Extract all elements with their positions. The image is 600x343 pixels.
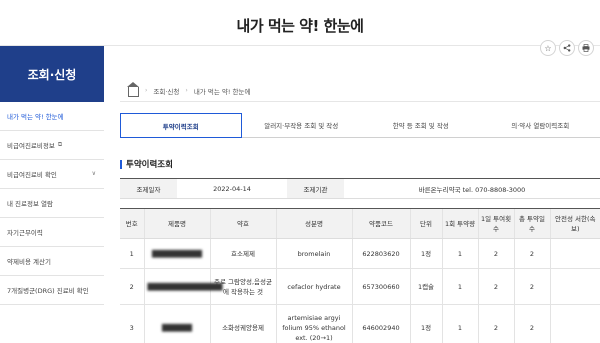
table-cell: 646002940 — [351, 304, 410, 343]
product-name-cell: ██████████ — [143, 238, 210, 269]
table-cell: 1정 — [409, 304, 442, 343]
top-header: 내가 먹는 약! 한눈에 — [0, 0, 600, 46]
breadcrumb-item[interactable]: 내가 먹는 약! 한눈에 — [194, 86, 251, 96]
sidebar-item-drg-cost[interactable]: 7개질병군(DRG) 진료비 확인 — [0, 276, 104, 305]
section-title-text: 투약이력조회 — [126, 160, 173, 170]
section-marker — [120, 159, 122, 169]
table-header-row: 번호 제품명 약효 성분명 약품코드 단위 1회 투약량 1일 투여횟수 총 투… — [120, 208, 600, 239]
sidebar-menu: 내가 먹는 약! 한눈에 비급여진료비정보 ⧉ 비급여진료비 확인 ∨ 내 진료… — [0, 102, 110, 305]
sidebar-item-drug-cost-calculator[interactable]: 약제비용 계산기 — [0, 247, 104, 276]
column-header: 안전성 서한(속보) — [549, 208, 600, 239]
org-label: 조제기관 — [287, 179, 344, 198]
star-icon[interactable]: ☆ — [540, 40, 556, 56]
table-cell: 2 — [477, 268, 514, 305]
external-link-icon: ⧉ — [57, 141, 63, 148]
column-header: 1회 투약량 — [441, 208, 478, 239]
breadcrumb-item[interactable]: 조회·신청 — [153, 86, 179, 96]
sidebar-item-label: 7개질병군(DRG) 진료비 확인 — [7, 287, 89, 295]
toolbar-icons: ☆ — [540, 40, 594, 56]
breadcrumb-separator: › — [145, 87, 148, 94]
column-header: 단위 — [409, 208, 442, 239]
product-name-cell: ██████ — [143, 304, 210, 343]
dispense-info: 조제일자 2022-04-14 조제기관 바른온누리약국 tel. 070-88… — [120, 178, 600, 199]
section-title: 투약이력조회 — [120, 158, 173, 170]
table-cell: 1정 — [409, 238, 442, 269]
share-icon-glyph — [563, 44, 571, 52]
table-cell: 2 — [513, 238, 550, 269]
tab-view-history[interactable]: 의·약사 열람이력조회 — [480, 113, 600, 138]
table-row: 3 ██████ 소화성궤양용제 artemisiae argyi folium… — [120, 304, 600, 343]
sidebar-item-label: 내 진료정보 열람 — [7, 200, 53, 208]
table-cell: 622803620 — [351, 238, 410, 269]
sidebar-title: 조회·신청 — [0, 46, 104, 102]
column-header: 약품코드 — [351, 208, 410, 239]
sidebar-item-label: 비급여진료비 확인 — [7, 171, 57, 179]
table-cell: 소화성궤양용제 — [209, 304, 276, 343]
table-row: 2 ███████████████ 주로 그람양성,음성균에 작용하는 것 ce… — [120, 268, 600, 305]
table-cell — [549, 268, 600, 305]
breadcrumb: › 조회·신청 › 내가 먹는 약! 한눈에 — [127, 82, 251, 97]
sidebar-item-work-history[interactable]: 자기근무이력 — [0, 218, 104, 247]
column-header: 1일 투여횟수 — [477, 208, 514, 239]
page-title: 내가 먹는 약! 한눈에 — [236, 17, 364, 35]
home-icon[interactable] — [127, 82, 139, 97]
breadcrumb-separator: › — [185, 87, 188, 94]
table-cell: 1 — [120, 238, 144, 269]
sidebar-item-label: 내가 먹는 약! 한눈에 — [7, 113, 64, 121]
table-cell: bromelain — [275, 238, 352, 269]
share-icon[interactable] — [559, 40, 575, 56]
table-cell: 효소제제 — [209, 238, 276, 269]
divider — [120, 101, 600, 102]
table-cell: 657300660 — [351, 268, 410, 305]
medication-table: 번호 제품명 약효 성분명 약품코드 단위 1회 투약량 1일 투여횟수 총 투… — [120, 208, 600, 343]
column-header: 성분명 — [275, 208, 352, 239]
table-cell: cefaclor hydrate — [275, 268, 352, 305]
org-value: 바른온누리약국 tel. 070-8808-3000 — [418, 185, 526, 194]
date-value: 2022-04-14 — [213, 184, 251, 193]
table-cell: 1 — [441, 304, 478, 343]
table-cell: 1 — [441, 268, 478, 305]
column-header: 총 투약일수 — [513, 208, 550, 239]
sidebar-item-label: 비급여진료비정보 — [7, 142, 55, 150]
sidebar-item-label: 약제비용 계산기 — [7, 258, 51, 266]
table-cell: 2 — [477, 238, 514, 269]
table-cell: 2 — [513, 268, 550, 305]
table-cell: 1 — [441, 238, 478, 269]
sidebar-item-noncovered-info[interactable]: 비급여진료비정보 ⧉ — [0, 131, 104, 160]
product-name-cell: ███████████████ — [143, 268, 222, 305]
sidebar: 조회·신청 내가 먹는 약! 한눈에 비급여진료비정보 ⧉ 비급여진료비 확인 … — [0, 46, 110, 343]
column-header: 제품명 — [143, 208, 210, 239]
table-cell: 2 — [513, 304, 550, 343]
tab-herbal-medicine[interactable]: 한약 등 조회 및 작성 — [361, 113, 481, 138]
table-cell — [549, 304, 600, 343]
tab-bar: 투약이력조회 알러지·부작용 조회 및 작성 한약 등 조회 및 작성 의·약사… — [120, 113, 600, 138]
date-label: 조제일자 — [120, 179, 177, 198]
print-icon[interactable] — [578, 40, 594, 56]
chevron-down-icon: ∨ — [91, 170, 96, 177]
tab-allergy[interactable]: 알러지·부작용 조회 및 작성 — [241, 113, 361, 138]
table-cell: 1캡슐 — [409, 268, 442, 305]
tab-medication-history[interactable]: 투약이력조회 — [120, 113, 242, 138]
column-header: 약효 — [209, 208, 276, 239]
main-content: ☆ › 조회·신청 › 내가 먹는 약! 한눈에 투약이력조회 알러지·부작용 … — [110, 40, 600, 343]
table-cell: artemisiae argyi folium 95% ethanol ext.… — [275, 304, 352, 343]
table-cell: 2 — [477, 304, 514, 343]
table-cell — [549, 238, 600, 269]
table-cell: 2 — [120, 268, 144, 305]
sidebar-item-my-medication[interactable]: 내가 먹는 약! 한눈에 — [0, 102, 104, 131]
print-icon-glyph — [582, 44, 590, 52]
sidebar-item-noncovered-check[interactable]: 비급여진료비 확인 ∨ — [0, 160, 104, 189]
table-cell: 3 — [120, 304, 144, 343]
table-row: 1 ██████████ 효소제제 bromelain 622803620 1정… — [120, 238, 600, 269]
sidebar-item-label: 자기근무이력 — [7, 229, 43, 237]
column-header: 번호 — [120, 208, 144, 239]
sidebar-item-medical-records[interactable]: 내 진료정보 열람 — [0, 189, 104, 218]
